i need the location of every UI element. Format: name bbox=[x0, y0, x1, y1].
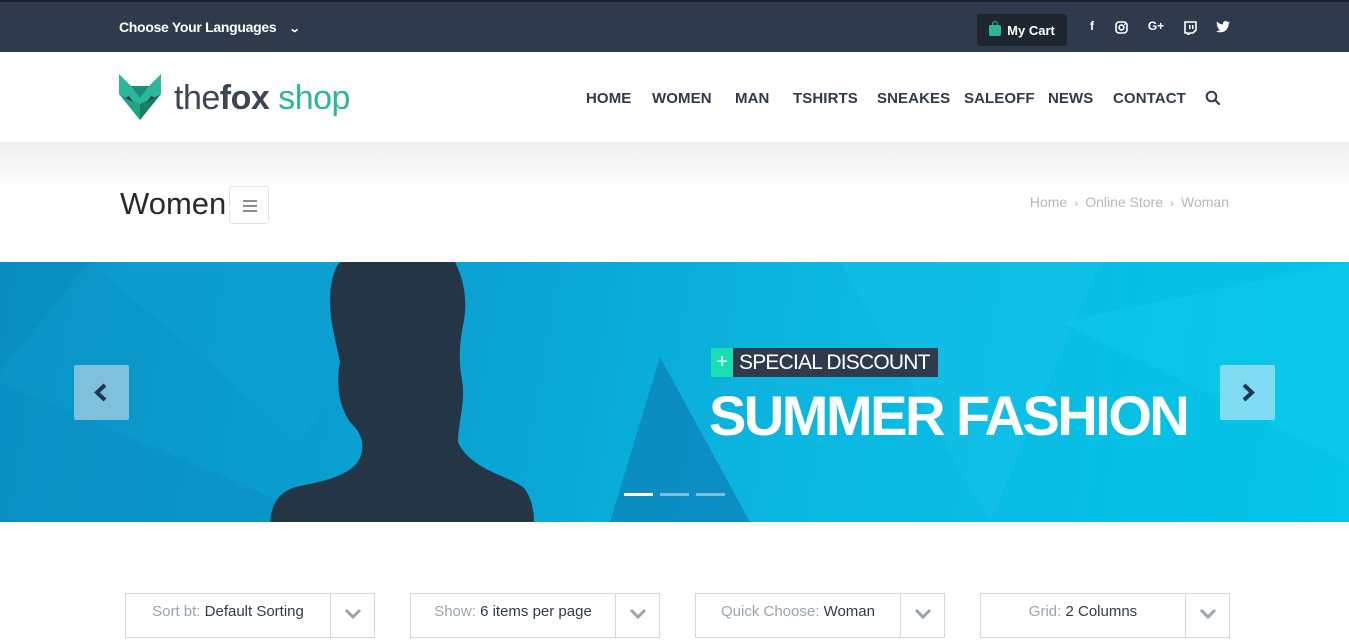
breadcrumb-woman[interactable]: Woman bbox=[1181, 194, 1229, 210]
twitter-icon[interactable] bbox=[1213, 21, 1233, 36]
slide-headline: SUMMER FASHION bbox=[709, 384, 1190, 447]
grid-label: Grid: bbox=[1028, 603, 1062, 620]
breadcrumb: Home › Online Store › Woman bbox=[1030, 194, 1229, 210]
top-bar: Choose Your Languages ⌄ My Cart f G+ bbox=[0, 0, 1349, 52]
category-menu-button[interactable] bbox=[229, 186, 269, 224]
google-plus-icon[interactable]: G+ bbox=[1144, 19, 1168, 33]
special-discount-tag: + SPECIAL DISCOUNT bbox=[711, 348, 938, 377]
nav-women[interactable]: WOMEN bbox=[652, 90, 712, 107]
my-cart-button[interactable]: My Cart bbox=[977, 14, 1067, 46]
language-label: Choose Your Languages bbox=[119, 19, 277, 35]
sort-value: Default Sorting bbox=[204, 603, 304, 620]
slider-prev-button[interactable] bbox=[74, 365, 129, 420]
chevron-down-icon: ⌄ bbox=[288, 23, 301, 35]
breadcrumb-separator: › bbox=[1170, 196, 1175, 210]
sort-label: Sort bt: bbox=[152, 603, 201, 620]
menu-line bbox=[243, 210, 257, 212]
breadcrumb-separator: › bbox=[1074, 196, 1079, 210]
quick-choose-text: Quick Choose: Woman bbox=[696, 603, 900, 620]
facebook-icon[interactable]: f bbox=[1082, 19, 1102, 33]
chevron-left-icon bbox=[94, 383, 107, 402]
quick-choose-value: Woman bbox=[823, 603, 875, 620]
sort-dropdown-button[interactable] bbox=[330, 594, 374, 638]
chevron-down-icon bbox=[914, 608, 932, 620]
chevron-down-icon bbox=[344, 608, 362, 620]
quick-choose-dropdown-button[interactable] bbox=[900, 594, 944, 638]
page-title-bar: Women Home › Online Store › Woman bbox=[0, 142, 1349, 262]
chevron-right-icon bbox=[1242, 383, 1255, 402]
language-selector[interactable]: Choose Your Languages ⌄ bbox=[119, 19, 301, 35]
slider-dot-1[interactable] bbox=[624, 493, 653, 496]
breadcrumb-home[interactable]: Home bbox=[1030, 194, 1067, 210]
menu-line bbox=[243, 200, 257, 202]
tag-text: SPECIAL DISCOUNT bbox=[733, 348, 938, 377]
chevron-down-icon bbox=[629, 608, 647, 620]
quick-choose-label: Quick Choose: bbox=[721, 603, 820, 620]
twitch-icon[interactable] bbox=[1180, 21, 1200, 38]
nav-man[interactable]: MAN bbox=[735, 90, 769, 107]
brand-suffix: shop bbox=[269, 79, 350, 117]
nav-home[interactable]: HOME bbox=[586, 90, 631, 107]
slider-dot-2[interactable] bbox=[660, 493, 689, 496]
nav-news[interactable]: NEWS bbox=[1048, 90, 1093, 107]
cart-label: My Cart bbox=[1007, 22, 1055, 38]
hero-slider: + SPECIAL DISCOUNT SUMMER FASHION bbox=[0, 262, 1349, 522]
nav-tshirts[interactable]: TSHIRTS bbox=[793, 90, 858, 107]
nav-sneakes[interactable]: SNEAKES bbox=[877, 90, 950, 107]
slider-dot-3[interactable] bbox=[696, 493, 725, 496]
grid-columns-select[interactable]: Grid: 2 Columns bbox=[980, 593, 1230, 638]
plus-icon: + bbox=[711, 348, 733, 377]
sort-select-text: Sort bt: Default Sorting bbox=[126, 603, 330, 620]
quick-choose-select[interactable]: Quick Choose: Woman bbox=[695, 593, 945, 638]
slider-next-button[interactable] bbox=[1220, 365, 1275, 420]
show-select-text: Show: 6 items per page bbox=[411, 603, 615, 620]
brand-logo[interactable]: thefox shop bbox=[174, 79, 350, 118]
chevron-down-icon bbox=[1199, 608, 1217, 620]
show-dropdown-button[interactable] bbox=[615, 594, 659, 638]
brand-prefix: the bbox=[174, 79, 220, 117]
grid-select-text: Grid: 2 Columns bbox=[981, 603, 1185, 620]
instagram-icon[interactable] bbox=[1111, 21, 1131, 37]
main-header: thefox shop HOME WOMEN MAN TSHIRTS SNEAK… bbox=[0, 52, 1349, 142]
search-icon[interactable] bbox=[1205, 90, 1221, 106]
show-per-page-select[interactable]: Show: 6 items per page bbox=[410, 593, 660, 638]
fox-logo-icon[interactable] bbox=[119, 74, 161, 125]
brand-bold: fox bbox=[219, 79, 270, 117]
grid-dropdown-button[interactable] bbox=[1185, 594, 1229, 638]
nav-saleoff[interactable]: SALEOFF bbox=[964, 90, 1035, 107]
breadcrumb-online-store[interactable]: Online Store bbox=[1085, 194, 1163, 210]
page-title: Women bbox=[120, 186, 227, 221]
menu-line bbox=[243, 205, 257, 207]
shopping-bag-icon bbox=[989, 20, 1002, 36]
nav-contact[interactable]: CONTACT bbox=[1113, 90, 1186, 107]
show-label: Show: bbox=[434, 603, 476, 620]
grid-value: 2 Columns bbox=[1065, 603, 1138, 620]
show-value: 6 items per page bbox=[480, 603, 592, 620]
sort-select[interactable]: Sort bt: Default Sorting bbox=[125, 593, 375, 638]
